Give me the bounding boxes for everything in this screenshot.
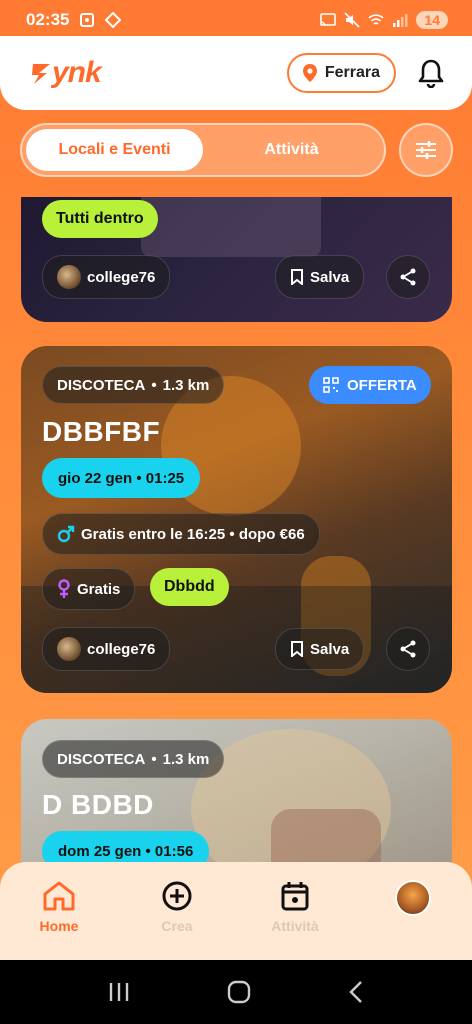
home-system-icon[interactable]	[226, 979, 252, 1005]
nav-profile[interactable]	[373, 880, 453, 916]
mute-icon	[344, 12, 360, 28]
separator-dot: •	[151, 750, 157, 768]
nav-home-label: Home	[39, 918, 79, 934]
plus-circle-icon	[162, 881, 192, 911]
female-price-chip: Gratis	[42, 568, 136, 610]
logo-z-icon	[32, 64, 50, 84]
nav-home[interactable]: Home	[19, 880, 99, 934]
recent-apps-icon[interactable]	[107, 981, 131, 1003]
event-date-chip: gio 22 gen • 01:25	[42, 458, 201, 498]
nav-activities-label: Attività	[271, 918, 319, 934]
tab-attivita[interactable]: Attività	[203, 129, 380, 171]
event-date-chip: dom 25 gen • 01:56	[42, 831, 210, 862]
nav-activities[interactable]: Attività	[255, 880, 335, 934]
app-notification-icon	[105, 12, 122, 28]
bookmark-icon	[291, 269, 303, 285]
male-price-chip: Gratis entro le 16:25 • dopo €66	[42, 513, 320, 555]
app-logo[interactable]: ynk	[30, 56, 102, 90]
profile-avatar	[395, 880, 431, 916]
screenshot-icon	[80, 13, 95, 27]
female-price-label: Gratis	[77, 580, 121, 598]
nav-create-label: Crea	[161, 918, 193, 934]
image-decoration	[271, 809, 381, 862]
app-header: ynk Ferrara	[0, 36, 472, 110]
share-icon	[400, 268, 416, 286]
status-time: 02:35	[26, 10, 70, 29]
notifications-button[interactable]	[416, 57, 446, 89]
bell-icon	[418, 59, 444, 88]
distance-label: 1.3 km	[162, 376, 210, 394]
save-label: Salva	[310, 640, 350, 658]
calendar-icon	[281, 882, 309, 911]
wifi-icon	[368, 14, 384, 25]
filter-button[interactable]	[399, 123, 453, 177]
logo-text: ynk	[52, 56, 102, 89]
tab-locali-eventi[interactable]: Locali e Eventi	[26, 129, 203, 171]
nav-create[interactable]: Crea	[137, 880, 217, 934]
organizer-name: college76	[87, 640, 156, 658]
location-pin-icon	[302, 64, 317, 82]
city-selector-button[interactable]: Ferrara	[286, 53, 396, 93]
organizer-avatar	[57, 637, 81, 661]
event-card[interactable]: Tutti dentro college76 Salva	[21, 197, 452, 322]
event-card[interactable]: DISCOTECA • 1.3 km D BDBD dom 25 gen • 0…	[21, 719, 452, 862]
category-chip: DISCOTECA • 1.3 km	[42, 366, 225, 404]
signal-icon	[393, 14, 408, 27]
organizer-chip[interactable]: college76	[42, 255, 171, 299]
status-bar: 02:35 14	[0, 0, 472, 40]
system-nav-bar	[0, 960, 472, 1024]
bottom-nav: Home Crea Attività	[0, 862, 472, 960]
distance-label: 1.3 km	[162, 750, 210, 768]
organizer-avatar	[57, 265, 81, 289]
category-tabs: Locali e Eventi Attività	[20, 123, 386, 177]
category-label: DISCOTECA	[57, 750, 146, 768]
male-symbol-icon	[57, 525, 75, 543]
tag-chip: Tutti dentro	[42, 200, 158, 238]
tag-chip: Dbbdd	[150, 568, 229, 606]
event-card[interactable]: DISCOTECA • 1.3 km OFFERTA DBBFBF gio 22…	[21, 346, 452, 693]
organizer-chip[interactable]: college76	[42, 627, 171, 671]
home-icon	[43, 881, 75, 911]
male-price-label: Gratis entro le 16:25 • dopo €66	[81, 525, 305, 543]
event-title: DBBFBF	[42, 416, 161, 447]
save-button[interactable]: Salva	[275, 255, 365, 299]
share-icon	[400, 640, 416, 658]
separator-dot: •	[151, 376, 157, 394]
event-feed[interactable]: Tutti dentro college76 Salva DISCOTECA •…	[0, 197, 472, 862]
organizer-name: college76	[87, 268, 156, 286]
sliders-icon	[416, 141, 436, 159]
back-icon[interactable]	[347, 980, 365, 1004]
battery-indicator: 14	[416, 11, 448, 29]
category-chip: DISCOTECA • 1.3 km	[42, 740, 225, 778]
category-label: DISCOTECA	[57, 376, 146, 394]
event-title: D BDBD	[42, 789, 154, 820]
share-button[interactable]	[386, 627, 430, 671]
offer-label: OFFERTA	[347, 376, 417, 394]
female-symbol-icon	[58, 579, 70, 598]
city-label: Ferrara	[324, 64, 380, 81]
card-background-image	[141, 197, 321, 257]
bookmark-icon	[291, 641, 303, 657]
share-button[interactable]	[386, 255, 430, 299]
offer-badge[interactable]: OFFERTA	[309, 366, 431, 404]
save-button[interactable]: Salva	[275, 628, 365, 670]
cast-icon	[320, 13, 337, 27]
save-label: Salva	[310, 268, 350, 286]
qr-code-icon	[323, 377, 339, 393]
